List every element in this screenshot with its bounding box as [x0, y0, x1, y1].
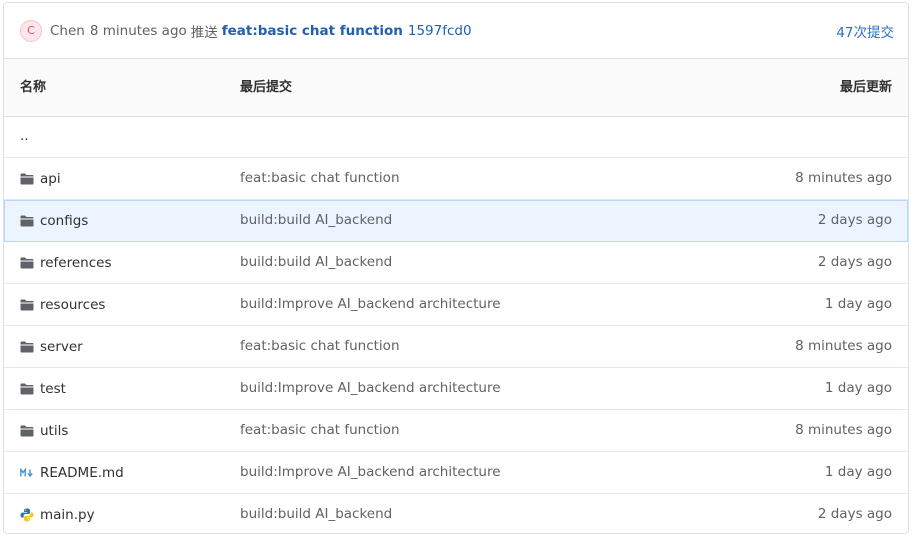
last-commit-link[interactable]: feat:basic chat function — [240, 158, 400, 199]
file-name: configs — [40, 212, 89, 229]
last-commit-link[interactable]: build:build AI_backend — [240, 242, 392, 283]
last-commit-link[interactable]: build:Improve AI_backend architecture — [240, 284, 501, 325]
header-last-updated: 最后更新 — [839, 80, 892, 95]
commit-message-link[interactable]: feat:basic chat function — [222, 23, 403, 39]
table-row[interactable]: test build:Improve AI_backend architectur… — [4, 368, 908, 410]
file-name: main.py — [40, 506, 95, 523]
commit-verb: 推送 — [190, 24, 218, 41]
header-last-commit: 最后提交 — [240, 80, 293, 95]
file-name: server — [40, 338, 83, 355]
table-row[interactable]: api feat:basic chat function 8 minutes ago — [4, 158, 908, 200]
file-list: .. api feat:basic chat function 8 minutes … — [4, 116, 908, 533]
folder-icon — [20, 172, 34, 186]
latest-commit-bar: C Chen 8 minutes ago 推送 feat:basic chat … — [4, 3, 908, 59]
table-row[interactable]: resources build:Improve AI_backend archit… — [4, 284, 908, 326]
last-updated-time: 2 days ago — [817, 506, 892, 522]
last-commit-link[interactable]: build:build AI_backend — [240, 494, 392, 533]
file-name-link[interactable]: README.md — [20, 452, 124, 493]
parent-dir-link[interactable]: .. — [20, 116, 29, 157]
last-updated-time: 8 minutes ago — [795, 170, 892, 186]
table-row[interactable]: main.py build:build AI_backend 2 days ago — [4, 494, 908, 533]
folder-icon — [20, 214, 34, 228]
last-updated-time: 8 minutes ago — [795, 338, 892, 354]
table-row[interactable]: README.md build:Improve AI_backend archit… — [4, 452, 908, 494]
last-updated-time: 2 days ago — [817, 212, 892, 228]
table-row[interactable]: utils feat:basic chat function 8 minutes a… — [4, 410, 908, 452]
folder-icon — [20, 256, 34, 270]
table-row[interactable]: server feat:basic chat function 8 minutes … — [4, 326, 908, 368]
file-name-link[interactable]: references — [20, 242, 112, 283]
last-commit-link[interactable]: build:Improve AI_backend architecture — [240, 452, 501, 493]
parent-dir-row[interactable]: .. — [4, 116, 908, 158]
last-commit-link[interactable]: feat:basic chat function — [240, 326, 400, 367]
file-name-link[interactable]: utils — [20, 410, 68, 451]
file-name: README.md — [40, 464, 124, 481]
table-row[interactable]: configs build:build AI_backend 2 days ago — [4, 200, 908, 242]
last-commit-link[interactable]: build:build AI_backend — [240, 200, 392, 241]
file-name: resources — [40, 296, 106, 313]
avatar[interactable]: C — [20, 19, 42, 42]
folder-icon — [20, 298, 34, 312]
commit-author[interactable]: Chen — [50, 23, 85, 39]
last-updated-time: 2 days ago — [817, 254, 892, 270]
file-name-link[interactable]: resources — [20, 284, 105, 325]
last-updated-time: 8 minutes ago — [795, 422, 892, 438]
commit-count-link[interactable]: 47次提交 — [836, 21, 894, 41]
last-updated-time: 1 day ago — [824, 296, 892, 312]
file-name: utils — [40, 422, 69, 439]
markdown-icon — [20, 466, 34, 480]
file-name: references — [40, 254, 112, 271]
file-name-link[interactable]: test — [20, 368, 66, 409]
file-name-link[interactable]: main.py — [20, 494, 95, 533]
last-updated-time: 1 day ago — [824, 464, 892, 480]
file-name: api — [40, 170, 61, 187]
file-name-link[interactable]: api — [20, 158, 61, 199]
table-row[interactable]: references build:build AI_backend 2 days a… — [4, 242, 908, 284]
file-name-link[interactable]: configs — [20, 200, 88, 241]
commit-time: 8 minutes ago — [89, 22, 187, 39]
folder-icon — [20, 382, 34, 396]
file-browser-panel: C Chen 8 minutes ago 推送 feat:basic chat … — [3, 2, 909, 534]
python-icon — [20, 508, 34, 522]
table-header: 名称 最后提交 最后更新 — [4, 59, 908, 117]
last-commit-link[interactable]: feat:basic chat function — [240, 410, 400, 451]
file-name-link[interactable]: server — [20, 326, 83, 367]
last-commit-link[interactable]: build:Improve AI_backend architecture — [240, 368, 501, 409]
folder-icon — [20, 424, 34, 438]
file-name: test — [40, 380, 66, 397]
folder-icon — [20, 340, 34, 354]
header-name: 名称 — [20, 80, 47, 95]
commit-sha-link[interactable]: 1597fcd0 — [408, 23, 472, 39]
last-updated-time: 1 day ago — [824, 380, 892, 396]
